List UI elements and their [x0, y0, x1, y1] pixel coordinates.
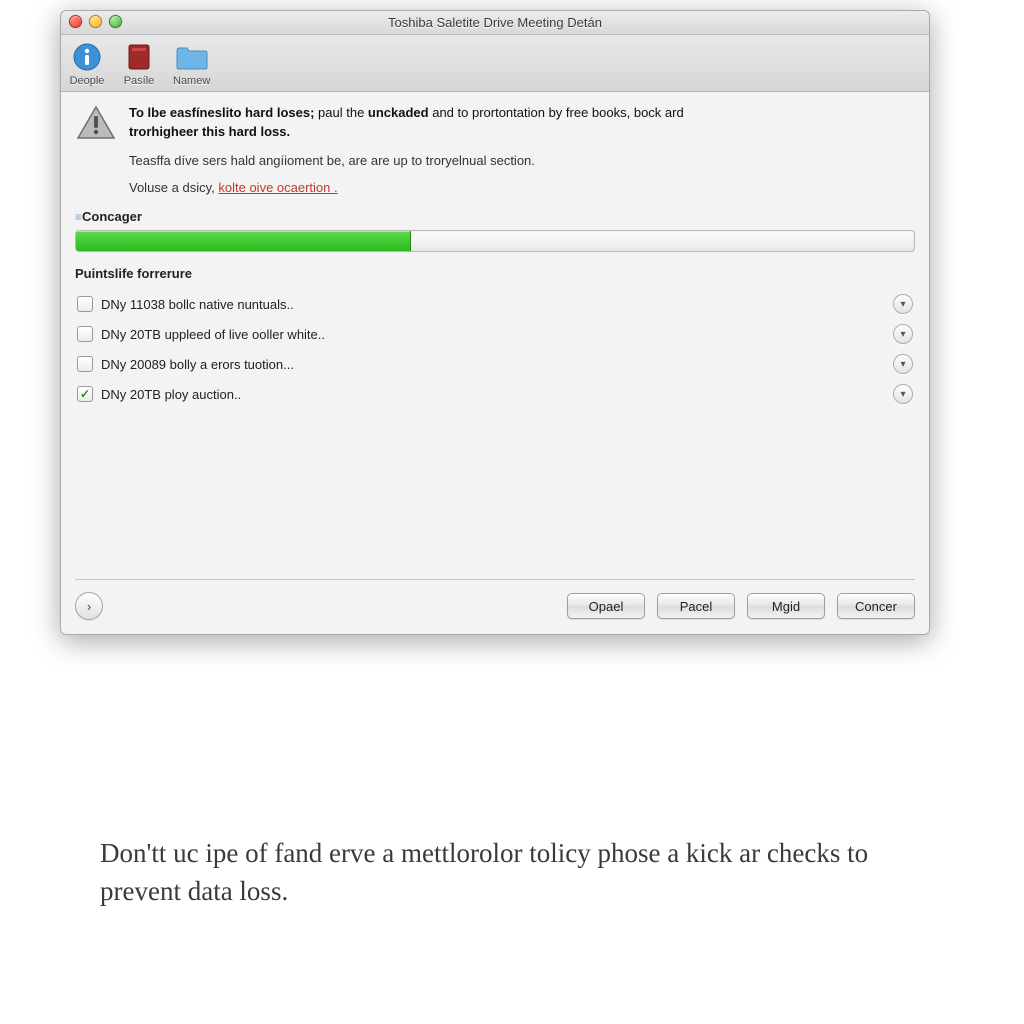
next-button[interactable]: ›	[75, 592, 103, 620]
chevron-down-icon[interactable]: ▾	[893, 294, 913, 314]
page-caption: Don'tt uc ipe of fand erve a mettlorolor…	[100, 835, 924, 911]
list-item[interactable]: DNy 20089 bolly a erors tuotion... ▾	[75, 349, 915, 379]
checkbox[interactable]	[77, 356, 93, 372]
warning-icon	[75, 104, 117, 142]
opad-button[interactable]: Opael	[567, 593, 645, 619]
option-label: DNy 20TB ploy auction..	[101, 387, 893, 402]
warning-text: To lbe easfíneslito hard loses; paul the…	[129, 104, 915, 197]
traffic-lights	[69, 15, 122, 28]
window-title: Toshiba Saletite Drive Meeting Detán	[388, 15, 602, 30]
concer-button[interactable]: Concer	[837, 593, 915, 619]
dialog-window: Toshiba Saletite Drive Meeting Detán Deo…	[60, 10, 930, 635]
link-plain: Voluse a dsicy,	[129, 180, 218, 195]
progress-bar	[75, 230, 915, 252]
chevron-down-icon[interactable]: ▾	[893, 354, 913, 374]
list-item[interactable]: ✓ DNy 20TB ploy auction.. ▾	[75, 379, 915, 409]
folder-icon	[174, 41, 210, 73]
checkbox-checked[interactable]: ✓	[77, 386, 93, 402]
option-label: DNy 20TB uppleed of live ooller white..	[101, 327, 893, 342]
warning-link[interactable]: kolte oive ocaertion .	[218, 180, 337, 195]
chevron-down-icon[interactable]: ▾	[893, 324, 913, 344]
toolbar-label: Namew	[173, 75, 210, 87]
warn-bold1: unckaded	[368, 105, 429, 120]
warn-mid2: and to prortontation by free books, bock…	[429, 105, 684, 120]
book-icon	[121, 41, 157, 73]
chevron-down-icon[interactable]: ▾	[893, 384, 913, 404]
warn-mid: paul the	[314, 105, 368, 120]
toolbar-item-namew[interactable]: Namew	[173, 41, 210, 87]
pacel-button[interactable]: Pacel	[657, 593, 735, 619]
dialog-footer: › Opael Pacel Mgid Concer	[75, 579, 915, 620]
warn-line2: trorhigheer this hard loss.	[129, 124, 290, 139]
content-area: To lbe easfíneslito hard loses; paul the…	[61, 92, 929, 634]
option-label: DNy 11038 bollc native nuntuals..	[101, 297, 893, 312]
toolbar-item-deople[interactable]: Deople	[69, 41, 105, 87]
progress-fill	[76, 231, 411, 251]
grip-icon: ≡	[75, 210, 80, 224]
progress-label: Concager	[82, 209, 142, 224]
info-icon	[69, 41, 105, 73]
minimize-icon[interactable]	[89, 15, 102, 28]
options-header: Puintslife forrerure	[75, 266, 915, 281]
chevron-right-icon: ›	[87, 599, 91, 614]
checkbox[interactable]	[77, 326, 93, 342]
list-item[interactable]: DNy 11038 bollc native nuntuals.. ▾	[75, 289, 915, 319]
list-item[interactable]: DNy 20TB uppleed of live ooller white.. …	[75, 319, 915, 349]
option-label: DNy 20089 bolly a erors tuotion...	[101, 357, 893, 372]
warn-bold-prefix: To lbe easfíneslito hard loses;	[129, 105, 314, 120]
titlebar: Toshiba Saletite Drive Meeting Detán	[61, 11, 929, 35]
option-list: DNy 11038 bollc native nuntuals.. ▾ DNy …	[75, 289, 915, 409]
toolbar-item-pasile[interactable]: Pasíle	[121, 41, 157, 87]
checkbox[interactable]	[77, 296, 93, 312]
toolbar: Deople Pasíle Namew	[61, 35, 929, 92]
toolbar-label: Pasíle	[124, 75, 155, 87]
zoom-icon[interactable]	[109, 15, 122, 28]
mgid-button[interactable]: Mgid	[747, 593, 825, 619]
warning-sub: Teasffa díve sers hald angíioment be, ar…	[129, 152, 915, 171]
progress-section-label: ≡ Concager	[75, 209, 915, 224]
close-icon[interactable]	[69, 15, 82, 28]
toolbar-label: Deople	[70, 75, 105, 87]
